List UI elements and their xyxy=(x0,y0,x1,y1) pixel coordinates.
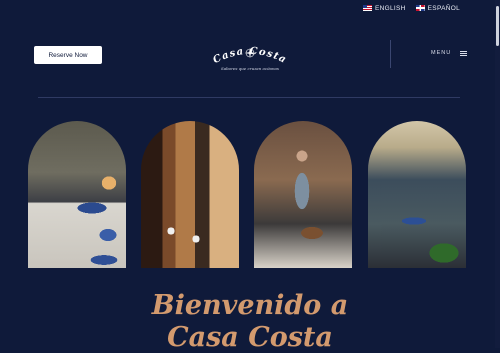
logo-wordmark: Casa Costa xyxy=(211,46,287,66)
reserve-now-button[interactable]: Reserve Now xyxy=(34,46,102,64)
logo-tagline: Sabores que cruzan océanos xyxy=(221,66,279,71)
dominican-flag-icon xyxy=(415,5,425,11)
header-divider xyxy=(390,40,391,68)
page-scrollbar[interactable] xyxy=(495,0,500,348)
language-spanish-link[interactable]: ESPAÑOL xyxy=(415,4,460,12)
welcome-heading-line-2: Casa Costa xyxy=(167,322,333,353)
language-spanish-label: ESPAÑOL xyxy=(427,4,460,12)
dessert-table-photo xyxy=(28,121,126,268)
site-logo[interactable]: Casa Costa Sabores que cruzan océanos xyxy=(200,38,300,78)
welcome-heading-line-1: Bienvenido a xyxy=(151,290,349,321)
language-english-label: ENGLISH xyxy=(375,4,406,12)
menu-label: MENU xyxy=(431,50,452,56)
patio-dining-photo xyxy=(368,121,466,268)
language-english-link[interactable]: ENGLISH xyxy=(363,5,406,12)
us-flag-icon xyxy=(363,5,373,11)
scrollbar-thumb[interactable] xyxy=(496,6,499,46)
chef-serving-dish-photo xyxy=(254,121,352,268)
wine-wall-dining-room-photo xyxy=(141,121,239,268)
language-bar: ENGLISH ESPAÑOL xyxy=(0,0,500,16)
section-divider xyxy=(38,97,460,98)
menu-button[interactable]: MENU xyxy=(431,50,468,56)
hamburger-icon xyxy=(460,50,468,56)
